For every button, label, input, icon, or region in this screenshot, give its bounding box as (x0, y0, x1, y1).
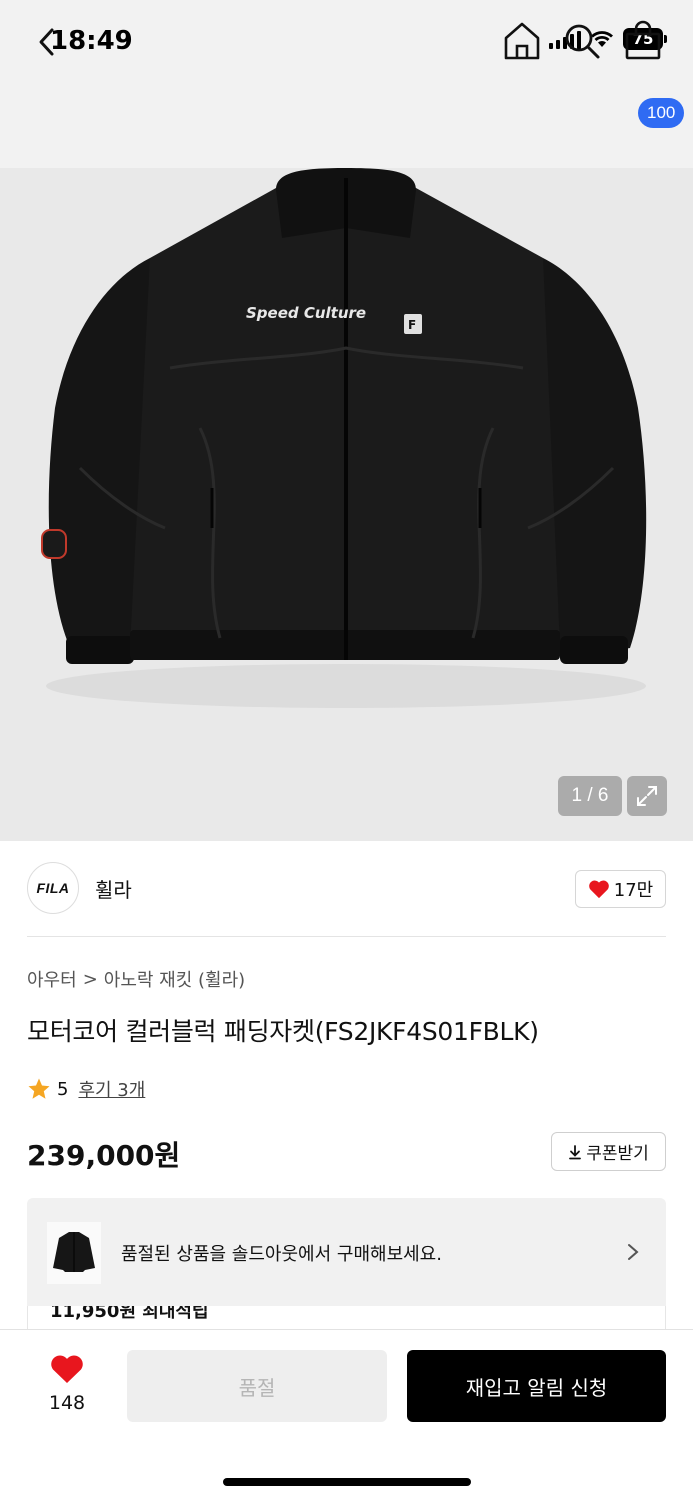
review-link[interactable]: 후기 3개 (78, 1076, 145, 1102)
rating-value: 5 (57, 1078, 69, 1100)
nav-bar (0, 84, 693, 168)
breadcrumb-subcategory[interactable]: 아노락 재킷 (휠라) (104, 966, 245, 992)
brand-like-count: 17만 (613, 880, 654, 901)
product-price: 239,000원 (27, 1139, 181, 1172)
expand-icon (637, 786, 657, 806)
back-icon[interactable] (30, 22, 66, 62)
soldout-banner-text: 품절된 상품을 솔드아웃에서 구매해보세요. (121, 1244, 442, 1265)
chest-print-text: Speed Culture (246, 304, 366, 322)
brand-like-button[interactable]: 17만 (575, 870, 666, 908)
chest-logo-text: F (408, 318, 416, 332)
wishlist-count: 148 (48, 1392, 86, 1414)
search-icon[interactable] (562, 20, 602, 62)
star-icon (28, 1078, 50, 1099)
home-indicator (223, 1478, 471, 1486)
points-box: 11,950원 최대적립 (27, 1306, 666, 1330)
wishlist-heart-icon[interactable] (50, 1354, 84, 1384)
download-icon (569, 1144, 582, 1159)
coupon-label: 쿠폰받기 (586, 1144, 649, 1164)
brand-name[interactable]: 휠라 (95, 874, 132, 903)
breadcrumb-separator: > (82, 968, 98, 990)
coupon-button[interactable]: 쿠폰받기 (551, 1132, 666, 1171)
soldout-banner[interactable]: 품절된 상품을 솔드아웃에서 구매해보세요. (27, 1198, 666, 1306)
breadcrumb-category[interactable]: 아우터 (27, 966, 77, 992)
product-title: 모터코어 컬러블럭 패딩자켓(FS2JKF4S01FBLK) (27, 1017, 539, 1046)
divider (27, 936, 666, 937)
jacket-image: Speed Culture F (41, 168, 647, 708)
restock-alert-button[interactable]: 재입고 알림 신청 (407, 1350, 666, 1422)
home-icon[interactable] (502, 20, 542, 62)
points-text: 11,950원 최대적립 (50, 1306, 209, 1322)
chevron-right-icon (628, 1244, 639, 1260)
banner-thumbnail (47, 1222, 101, 1284)
image-counter: 1 / 6 (558, 776, 622, 816)
product-image[interactable]: Speed Culture F (0, 168, 693, 841)
cart-count-badge: 100 (638, 98, 685, 128)
brand-logo[interactable]: FILA (27, 862, 79, 914)
cart-icon[interactable] (622, 20, 664, 62)
rating: 5 후기 3개 (27, 1076, 145, 1102)
expand-button[interactable] (627, 776, 667, 816)
breadcrumb: 아우터 > 아노락 재킷 (휠라) (27, 966, 245, 992)
soldout-button: 품절 (127, 1350, 387, 1422)
heart-icon (588, 880, 609, 899)
